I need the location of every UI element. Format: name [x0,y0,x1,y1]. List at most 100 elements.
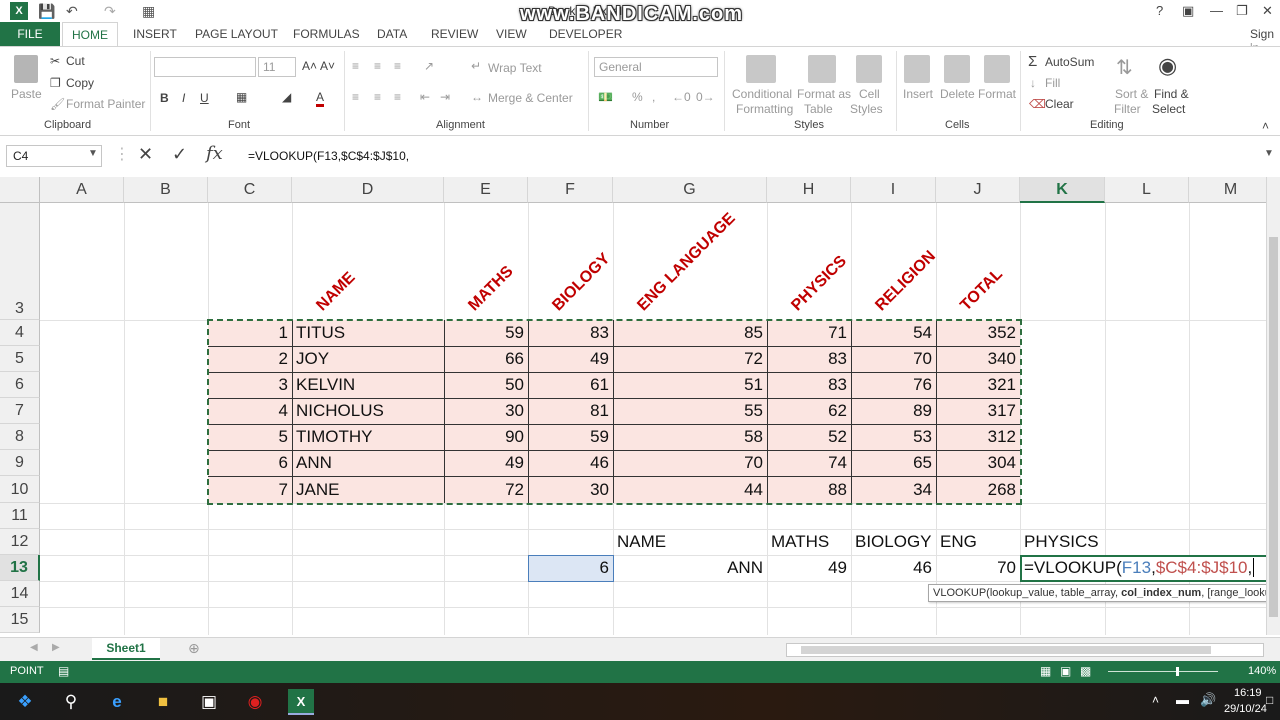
lookup-key-cell[interactable]: 6 [528,558,609,578]
align-top-icon[interactable]: ≡ [352,59,359,73]
delete-button[interactable]: Delete [940,87,975,101]
scroll-sheets-left-icon[interactable]: ◀ [30,642,38,653]
lookup-maths-cell[interactable]: 49 [767,558,847,578]
borders-icon[interactable]: ▦ [236,90,247,104]
column-header-f[interactable]: F [528,177,613,203]
store-icon[interactable]: ▣ [196,689,222,715]
taskbar-time[interactable]: 16:19 [1234,687,1262,699]
table-cell[interactable]: 34 [851,480,932,500]
font-size-select[interactable]: 11 [258,57,296,77]
lookup-eng-cell[interactable]: 70 [936,558,1016,578]
font-name-select[interactable] [154,57,256,77]
row-header-13[interactable]: 13 [0,555,40,581]
table-cell[interactable]: 66 [444,349,524,369]
page-layout-view-icon[interactable]: ▣ [1060,664,1071,678]
table-cell[interactable]: 54 [851,323,932,343]
percent-style-icon[interactable]: % [632,90,643,104]
table-cell[interactable]: 85 [613,323,763,343]
row-header-14[interactable]: 14 [0,581,40,607]
lookup-name-cell[interactable]: ANN [613,558,763,578]
row-header-11[interactable]: 11 [0,503,40,529]
table-cell[interactable]: 72 [613,349,763,369]
table-cell[interactable]: 44 [613,480,763,500]
italic-icon[interactable]: I [182,91,185,105]
align-bottom-icon[interactable]: ≡ [394,59,401,73]
conditional-formatting-button[interactable]: Conditional [732,87,792,101]
vertical-scroll-thumb[interactable] [1269,237,1278,617]
table-cell[interactable]: 7 [208,480,288,500]
help-button[interactable]: ? [1156,3,1163,18]
normal-view-icon[interactable]: ▦ [1040,664,1051,678]
windows-start-icon[interactable]: ❖ [12,689,38,715]
table-cell[interactable]: 76 [851,375,932,395]
excel-taskbar-icon[interactable]: X [288,689,314,715]
increase-decimal-icon[interactable]: ←0 [672,90,691,104]
table-cell[interactable]: 6 [208,453,288,473]
tab-developer[interactable]: DEVELOPER [549,27,622,41]
zoom-slider[interactable] [1108,671,1218,672]
table-cell[interactable]: 268 [936,480,1016,500]
redo-icon[interactable]: ↷ [104,3,116,20]
align-left-icon[interactable]: ≡ [352,90,359,104]
formula-input[interactable]: =VLOOKUP(F13,$C$4:$J$10, [238,145,1264,167]
table-cell[interactable]: 1 [208,323,288,343]
row-header-12[interactable]: 12 [0,529,40,555]
table-cell[interactable]: 352 [936,323,1016,343]
lookup-label-physics[interactable]: PHYSICS [1024,532,1099,552]
table-cell[interactable]: 61 [528,375,609,395]
column-header-k[interactable]: K [1020,177,1105,203]
sort-filter-button[interactable]: Sort & [1115,87,1148,101]
column-header-j[interactable]: J [936,177,1020,203]
row-header-4[interactable]: 4 [0,320,40,346]
accounting-format-icon[interactable]: 💵 [598,90,613,104]
volume-icon[interactable]: 🔊 [1200,692,1216,708]
table-cell[interactable]: JOY [296,349,329,369]
select-all-corner[interactable] [0,177,40,203]
tab-review[interactable]: REVIEW [431,27,478,41]
table-cell[interactable]: 30 [528,480,609,500]
table-cell[interactable]: 304 [936,453,1016,473]
table-cell[interactable]: 65 [851,453,932,473]
fill-button[interactable]: Fill [1045,76,1060,90]
file-explorer-icon[interactable]: ■ [150,689,176,715]
customize-toolbar-icon[interactable]: ▦ [142,3,155,20]
find-select-button[interactable]: Find & [1154,87,1189,101]
shrink-font-icon[interactable]: A˅ [320,59,335,73]
table-cell[interactable]: 90 [444,427,524,447]
row-header-8[interactable]: 8 [0,424,40,450]
lookup-label-maths[interactable]: MATHS [771,532,829,552]
tab-insert[interactable]: INSERT [133,27,177,41]
table-cell[interactable]: 5 [208,427,288,447]
notifications-icon[interactable]: □ [1266,693,1273,707]
row-header-3[interactable]: 3 [0,203,40,320]
table-cell[interactable]: 83 [528,323,609,343]
column-header-d[interactable]: D [292,177,444,203]
table-cell[interactable]: NICHOLUS [296,401,384,421]
new-sheet-icon[interactable]: ⊕ [188,640,200,657]
lookup-label-name[interactable]: NAME [617,532,666,552]
table-cell[interactable]: 312 [936,427,1016,447]
ribbon-display-icon[interactable]: ▣ [1182,3,1194,19]
table-cell[interactable]: 59 [444,323,524,343]
fill-color-icon[interactable]: ◢ [282,90,291,104]
page-break-view-icon[interactable]: ▩ [1080,664,1091,678]
paste-button[interactable]: Paste [11,87,42,101]
format-painter-button[interactable]: Format Painter [66,97,145,111]
table-cell[interactable]: 53 [851,427,932,447]
name-box-dropdown-icon[interactable]: ▼ [88,148,98,159]
minimize-icon[interactable]: — [1210,3,1223,18]
row-header-5[interactable]: 5 [0,346,40,372]
row-header-10[interactable]: 10 [0,476,40,503]
column-header-c[interactable]: C [208,177,292,203]
column-header-m[interactable]: M [1189,177,1273,203]
taskbar-date[interactable]: 29/10/24 [1224,703,1267,715]
table-cell[interactable]: 51 [613,375,763,395]
cut-button[interactable]: Cut [66,54,85,68]
active-cell-formula[interactable]: =VLOOKUP(F13,$C$4:$J$10, [1024,558,1255,578]
column-header-g[interactable]: G [613,177,767,203]
decrease-indent-icon[interactable]: ⇤ [420,90,430,104]
horizontal-scroll-thumb[interactable] [801,646,1211,654]
table-cell[interactable]: TIMOTHY [296,427,373,447]
column-header-b[interactable]: B [124,177,208,203]
table-cell[interactable]: 81 [528,401,609,421]
